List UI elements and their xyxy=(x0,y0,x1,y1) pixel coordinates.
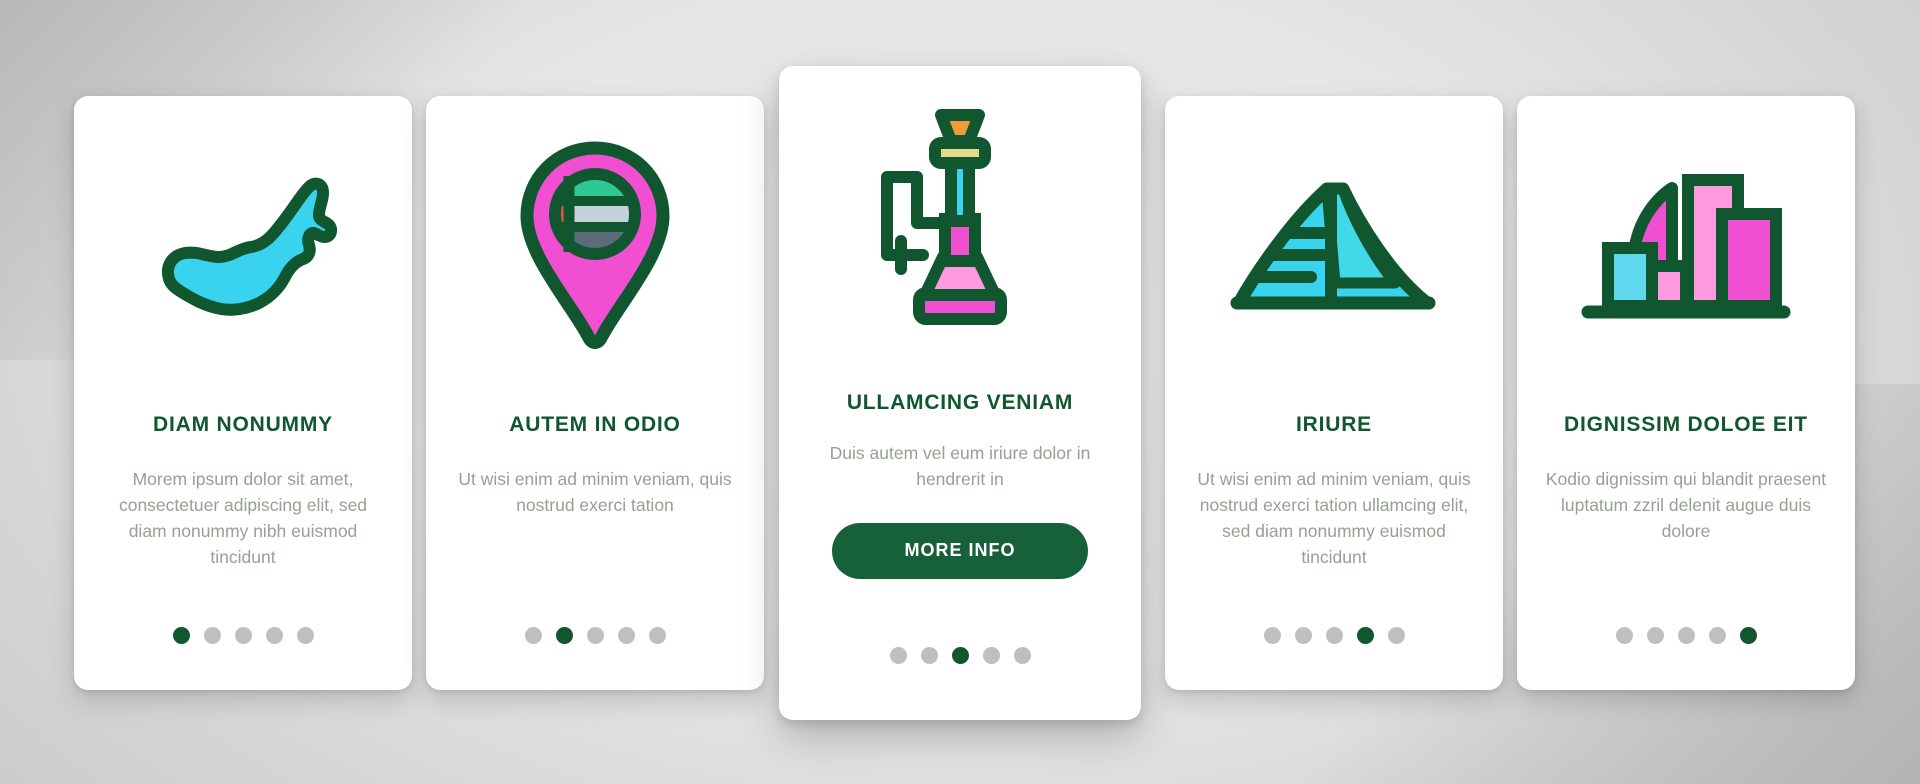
card-icon-area xyxy=(100,96,386,396)
onboarding-card[interactable]: IRIURE Ut wisi enim ad minim veniam, qui… xyxy=(1165,96,1503,690)
onboarding-screens-stage: DIAM NONUMMY Morem ipsum dolor sit amet,… xyxy=(0,0,1920,784)
pagination-dot[interactable] xyxy=(1708,627,1726,644)
uae-map-icon xyxy=(143,161,343,331)
more-info-button[interactable]: MORE INFO xyxy=(832,522,1088,579)
pagination-dot[interactable] xyxy=(234,627,252,644)
pagination-dot[interactable] xyxy=(524,627,542,644)
card-body-text: Ut wisi enim ad minim veniam, quis nostr… xyxy=(458,469,732,516)
burj-al-arab-icon xyxy=(1227,171,1441,321)
card-icon-area xyxy=(1191,96,1477,396)
pagination-dots xyxy=(426,627,764,644)
pagination-dot[interactable] xyxy=(1263,627,1281,644)
hookah-shisha-icon xyxy=(865,107,1055,337)
pagination-dot[interactable] xyxy=(586,627,604,644)
card-body-text: Morem ipsum dolor sit amet, consectetuer… xyxy=(118,469,368,567)
onboarding-card-featured[interactable]: ULLAMCING VENIAM Duis autem vel eum iriu… xyxy=(779,66,1141,720)
pagination-dot[interactable] xyxy=(982,647,1000,664)
card-icon-area xyxy=(452,96,738,396)
pagination-dot[interactable] xyxy=(1325,627,1343,644)
pagination-dot[interactable] xyxy=(951,647,969,664)
pagination-dot[interactable] xyxy=(1013,647,1031,664)
pagination-dot[interactable] xyxy=(172,627,190,644)
pagination-dots xyxy=(1165,627,1503,644)
onboarding-card-list: DIAM NONUMMY Morem ipsum dolor sit amet,… xyxy=(0,0,1920,784)
pagination-dot[interactable] xyxy=(1294,627,1312,644)
onboarding-card[interactable]: DIAM NONUMMY Morem ipsum dolor sit amet,… xyxy=(74,96,412,690)
card-body-text: Kodio dignissim qui blandit praesent lup… xyxy=(1545,469,1827,541)
onboarding-card[interactable]: AUTEM IN ODIO Ut wisi enim ad minim veni… xyxy=(426,96,764,690)
card-icon-area xyxy=(807,66,1113,378)
onboarding-card[interactable]: DIGNISSIM DOLOE EIT Kodio dignissim qui … xyxy=(1517,96,1855,690)
card-title: DIAM NONUMMY xyxy=(153,413,333,436)
pagination-dot[interactable] xyxy=(920,647,938,664)
pagination-dot[interactable] xyxy=(1356,627,1374,644)
pagination-dot[interactable] xyxy=(617,627,635,644)
pagination-dot[interactable] xyxy=(1677,627,1695,644)
pagination-dots xyxy=(779,647,1141,664)
city-skyline-icon xyxy=(1580,166,1792,326)
pagination-dot[interactable] xyxy=(889,647,907,664)
card-icon-area xyxy=(1543,96,1829,396)
card-title: AUTEM IN ODIO xyxy=(509,413,681,436)
card-title: IRIURE xyxy=(1296,413,1372,436)
card-title: ULLAMCING VENIAM xyxy=(846,391,1074,414)
pagination-dot[interactable] xyxy=(203,627,221,644)
pagination-dot[interactable] xyxy=(648,627,666,644)
card-body-text: Duis autem vel eum iriure dolor in hendr… xyxy=(829,443,1091,490)
map-pin-uae-flag-icon xyxy=(515,138,675,354)
pagination-dot[interactable] xyxy=(1615,627,1633,644)
pagination-dots xyxy=(1517,627,1855,644)
pagination-dot[interactable] xyxy=(1646,627,1664,644)
card-title: DIGNISSIM DOLOE EIT xyxy=(1564,413,1808,436)
pagination-dot[interactable] xyxy=(265,627,283,644)
card-body-text: Ut wisi enim ad minim veniam, quis nostr… xyxy=(1197,469,1471,567)
pagination-dot[interactable] xyxy=(1387,627,1405,644)
pagination-dots xyxy=(74,627,412,644)
pagination-dot[interactable] xyxy=(555,627,573,644)
pagination-dot[interactable] xyxy=(1739,627,1757,644)
pagination-dot[interactable] xyxy=(296,627,314,644)
